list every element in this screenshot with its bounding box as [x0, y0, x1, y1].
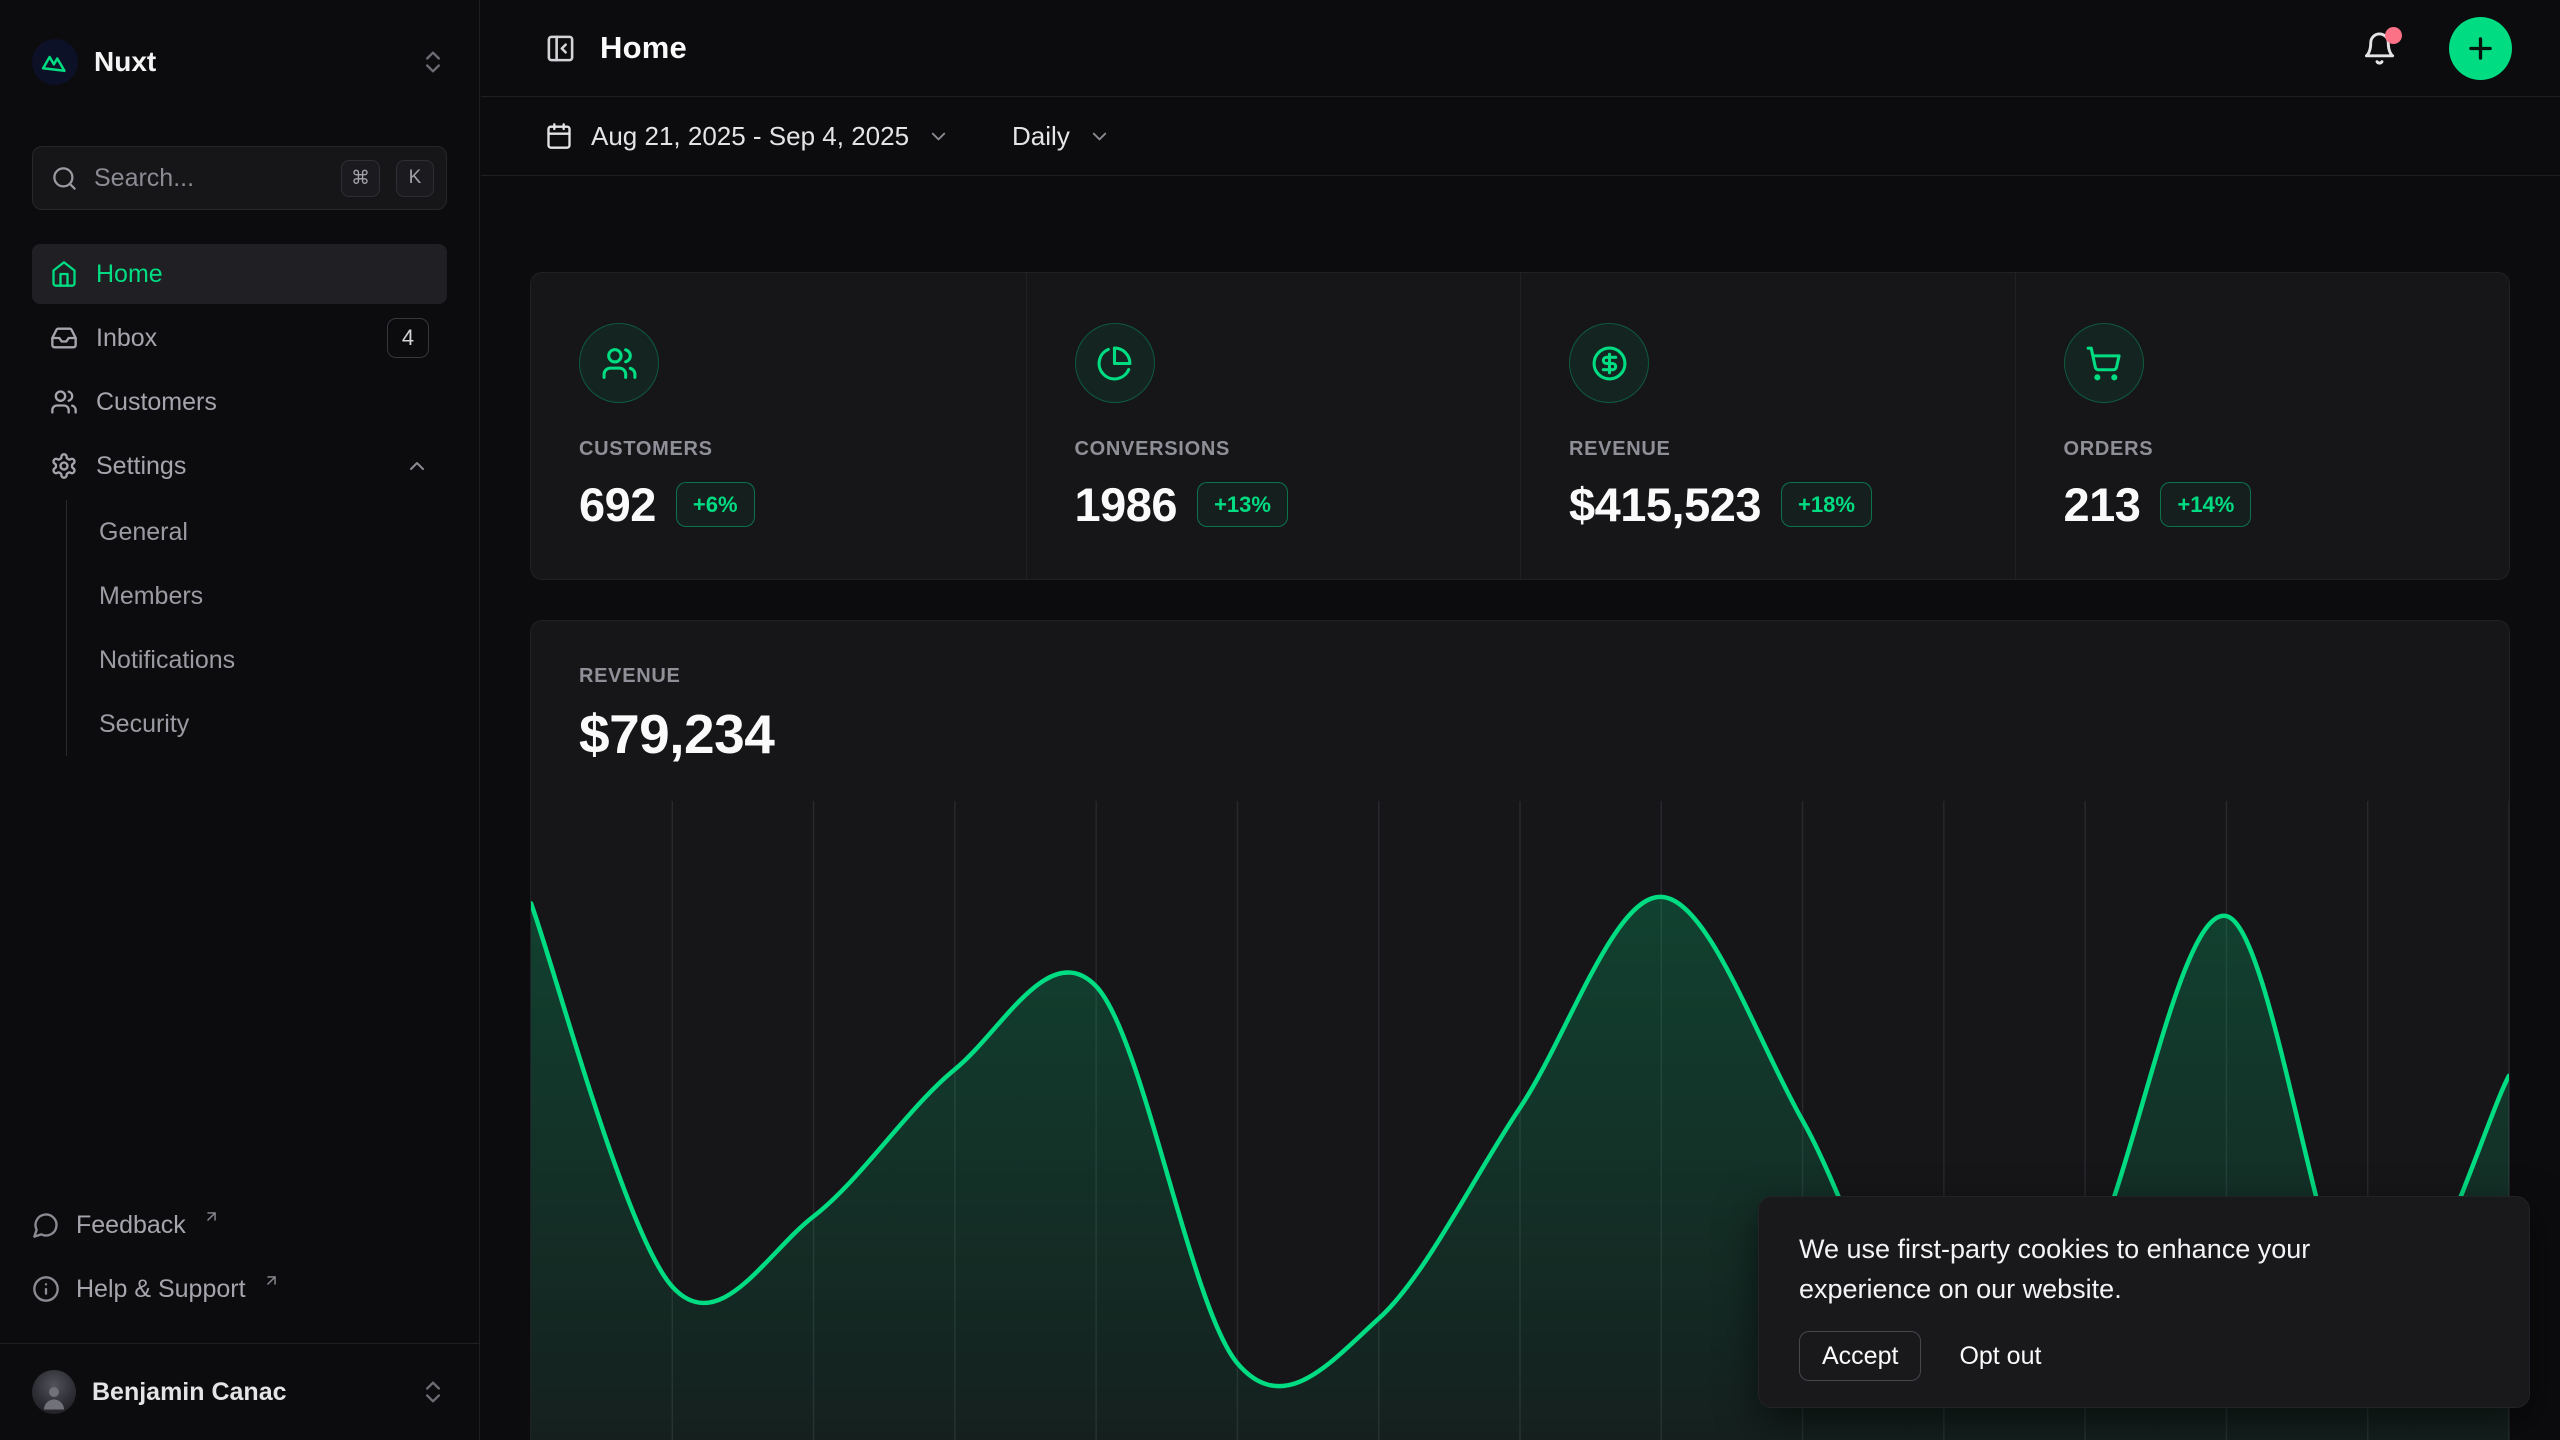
chevron-up-icon — [405, 454, 429, 478]
chevrons-up-down-icon — [419, 1378, 447, 1406]
sidebar-item-customers[interactable]: Customers — [32, 372, 447, 432]
cookie-banner: We use first-party cookies to enhance yo… — [1758, 1196, 2530, 1408]
search-input[interactable]: Search... ⌘ K — [32, 146, 447, 210]
footer-item-label: Help & Support — [76, 1275, 246, 1304]
inbox-icon — [50, 324, 78, 352]
plus-icon — [2464, 32, 2497, 65]
info-circle-icon — [32, 1275, 60, 1303]
stat-customers: CUSTOMERS 692 +6% — [531, 273, 1026, 579]
stat-orders: ORDERS 213 +14% — [2015, 273, 2510, 579]
revenue-panel-value: $79,234 — [579, 702, 2509, 766]
nuxt-logo-icon — [32, 39, 78, 85]
sidebar-item-security[interactable]: Security — [99, 692, 447, 756]
add-button[interactable] — [2449, 17, 2512, 80]
workspace-switcher[interactable]: Nuxt — [32, 36, 447, 88]
sidebar-item-label: Customers — [96, 388, 217, 417]
calendar-icon — [545, 122, 573, 150]
external-link-icon — [262, 1281, 280, 1298]
sidebar-item-inbox[interactable]: Inbox 4 — [32, 308, 447, 368]
dollar-circle-icon — [1569, 323, 1649, 403]
stat-conversions: CONVERSIONS 1986 +13% — [1026, 273, 1521, 579]
cookie-message: We use first-party cookies to enhance yo… — [1799, 1229, 2439, 1309]
accept-button[interactable]: Accept — [1799, 1331, 1921, 1381]
date-range-picker[interactable]: Aug 21, 2025 - Sep 4, 2025 — [545, 121, 950, 152]
users-icon — [50, 388, 78, 416]
sidebar-item-feedback[interactable]: Feedback — [32, 1193, 447, 1257]
sidebar-item-notifications[interactable]: Notifications — [99, 628, 447, 692]
sidebar-item-label: Settings — [96, 452, 186, 481]
stat-label: CONVERSIONS — [1075, 438, 1521, 461]
filters-toolbar: Aug 21, 2025 - Sep 4, 2025 Daily — [481, 97, 2560, 176]
user-name: Benjamin Canac — [92, 1378, 403, 1407]
stat-delta-badge: +13% — [1197, 482, 1288, 527]
stats-row: CUSTOMERS 692 +6% CONVERSIONS 1986 +13% … — [530, 272, 2510, 580]
avatar — [32, 1370, 76, 1414]
sidebar-item-general[interactable]: General — [99, 500, 447, 564]
workspace-name: Nuxt — [94, 46, 403, 78]
stat-delta-badge: +14% — [2160, 482, 2251, 527]
stat-value: 213 — [2064, 477, 2141, 532]
period-value: Daily — [1012, 121, 1070, 152]
sidebar-item-settings[interactable]: Settings — [32, 436, 447, 496]
stat-delta-badge: +18% — [1781, 482, 1872, 527]
sidebar-collapse-icon[interactable] — [545, 33, 576, 64]
inbox-unread-badge: 4 — [387, 318, 429, 358]
page-header: Home — [481, 0, 2560, 97]
users-icon — [579, 323, 659, 403]
sidebar-item-label: Inbox — [96, 324, 157, 353]
chevrons-up-down-icon — [419, 48, 447, 76]
sidebar-item-home[interactable]: Home — [32, 244, 447, 304]
stat-label: REVENUE — [1569, 438, 2015, 461]
period-select[interactable]: Daily — [1012, 121, 1111, 152]
home-icon — [50, 260, 78, 288]
settings-subnav: General Members Notifications Security — [66, 500, 447, 756]
message-bubble-icon — [32, 1211, 60, 1239]
stat-label: ORDERS — [2064, 438, 2510, 461]
kbd-cmd: ⌘ — [341, 160, 380, 197]
sidebar-nav: Home Inbox 4 Customers Settings — [32, 244, 447, 756]
sidebar-item-help-support[interactable]: Help & Support — [32, 1257, 447, 1321]
chevron-down-icon — [927, 125, 950, 148]
footer-item-label: Feedback — [76, 1211, 186, 1240]
search-icon — [51, 165, 78, 192]
stat-delta-badge: +6% — [676, 482, 755, 527]
sidebar-footer-nav: Feedback Help & Support — [0, 1193, 479, 1343]
notification-dot — [2385, 27, 2402, 44]
external-link-icon — [202, 1217, 220, 1234]
sidebar: Nuxt Search... ⌘ K Home — [0, 0, 480, 1440]
gear-icon — [50, 452, 78, 480]
stat-label: CUSTOMERS — [579, 438, 1026, 461]
chevron-down-icon — [1088, 125, 1111, 148]
stat-value: 692 — [579, 477, 656, 532]
revenue-panel-label: REVENUE — [579, 665, 2509, 688]
user-menu[interactable]: Benjamin Canac — [0, 1343, 479, 1440]
stat-revenue: REVENUE $415,523 +18% — [1520, 273, 2015, 579]
notifications-bell-button[interactable] — [2362, 31, 2397, 66]
stat-value: 1986 — [1075, 477, 1178, 532]
pie-chart-icon — [1075, 323, 1155, 403]
page-title: Home — [600, 30, 2338, 66]
search-placeholder: Search... — [94, 164, 325, 193]
opt-out-button[interactable]: Opt out — [1959, 1342, 2041, 1371]
sidebar-item-label: Home — [96, 260, 163, 289]
stat-value: $415,523 — [1569, 477, 1761, 532]
sidebar-item-members[interactable]: Members — [99, 564, 447, 628]
date-range-value: Aug 21, 2025 - Sep 4, 2025 — [591, 121, 909, 152]
shopping-cart-icon — [2064, 323, 2144, 403]
kbd-k: K — [396, 160, 434, 197]
